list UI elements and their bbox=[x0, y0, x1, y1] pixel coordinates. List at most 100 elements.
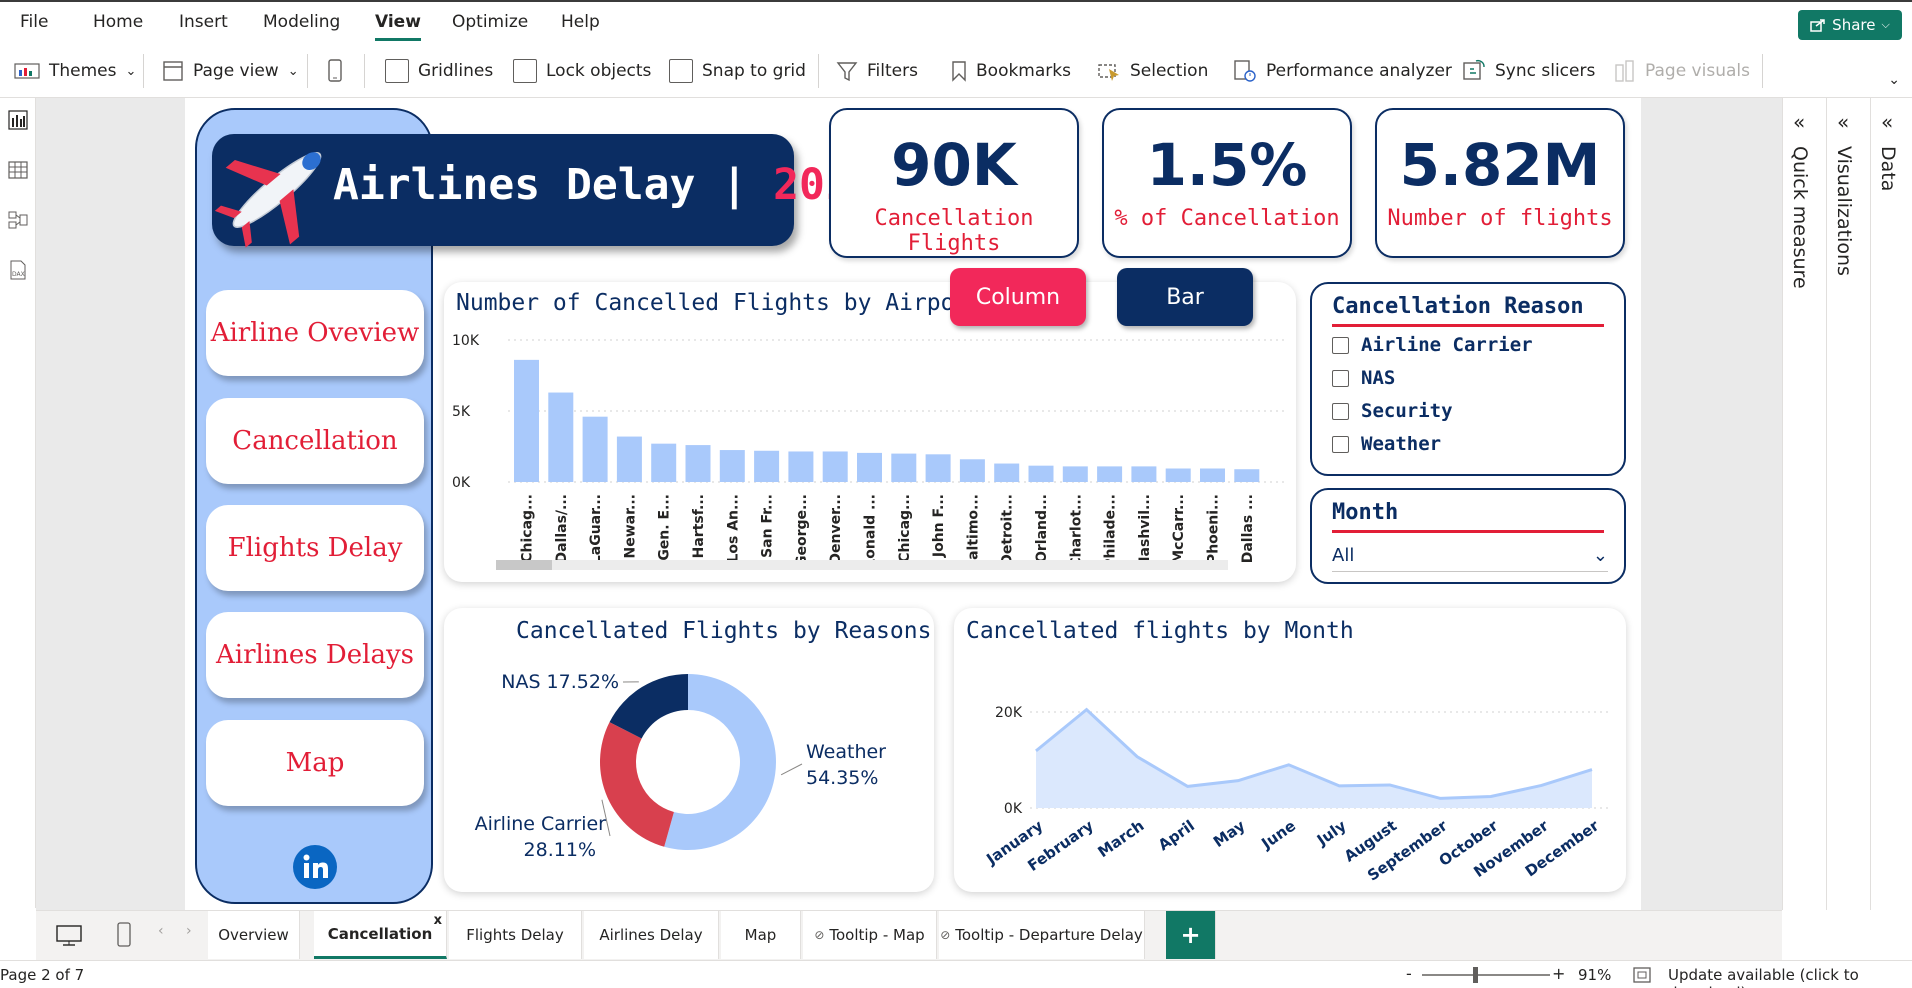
checkbox[interactable] bbox=[1332, 336, 1349, 354]
tab-airlines-delay[interactable]: Airlines Delay bbox=[584, 911, 719, 959]
selection-button[interactable]: Selection bbox=[1097, 58, 1208, 84]
dax-query-view-icon[interactable]: DAX bbox=[8, 260, 28, 280]
mobile-layout-button[interactable] bbox=[327, 58, 343, 84]
tab-tooltip-map[interactable]: ⊘ Tooltip - Map bbox=[803, 911, 937, 959]
gridlines-toggle[interactable]: Gridlines bbox=[385, 58, 493, 84]
chevron-left-icon[interactable]: « bbox=[1881, 110, 1893, 134]
month-dropdown[interactable]: All ⌄ bbox=[1332, 540, 1608, 572]
slicer-option-label: Security bbox=[1361, 400, 1453, 422]
bar bbox=[1131, 466, 1157, 482]
themes-button[interactable]: Themes ⌄ bbox=[14, 58, 136, 84]
checkbox[interactable] bbox=[1332, 369, 1349, 387]
zoom-in-button[interactable]: + bbox=[1552, 964, 1565, 983]
zoom-slider-thumb[interactable] bbox=[1473, 967, 1478, 983]
tab-flights-delay[interactable]: Flights Delay bbox=[449, 911, 582, 959]
lock-objects-checkbox[interactable] bbox=[513, 59, 537, 83]
menu-help[interactable]: Help bbox=[561, 12, 600, 32]
slicer-option-label: Weather bbox=[1361, 433, 1442, 455]
kpi-value: 5.82M bbox=[1399, 131, 1601, 199]
chart-title: Cancellated flights by Month bbox=[966, 618, 1354, 644]
selection-icon bbox=[1098, 64, 1119, 81]
kpi-number-of-flights: 5.82M Number of flights bbox=[1375, 108, 1625, 258]
tab-overview[interactable]: Overview bbox=[208, 911, 300, 959]
performance-analyzer-button[interactable]: Performance analyzer bbox=[1233, 58, 1452, 84]
x-tick-label: Newar... bbox=[622, 494, 638, 558]
slicer-title: Cancellation Reason bbox=[1332, 294, 1584, 319]
lock-objects-toggle[interactable]: Lock objects bbox=[513, 58, 651, 84]
x-tick-label: Phoeni... bbox=[1206, 494, 1222, 564]
chevron-left-icon[interactable]: « bbox=[1837, 110, 1849, 134]
slicer-option-nas[interactable]: NAS bbox=[1332, 367, 1395, 389]
slicer-option-airline-carrier[interactable]: Airline Carrier bbox=[1332, 334, 1533, 356]
themes-icon bbox=[14, 63, 40, 79]
sync-slicers-icon bbox=[1463, 59, 1485, 80]
month-dropdown-value: All bbox=[1332, 545, 1355, 566]
zoom-out-button[interactable]: - bbox=[1406, 964, 1412, 983]
bar bbox=[1062, 466, 1088, 482]
add-page-button[interactable]: + bbox=[1166, 911, 1216, 959]
bar-toggle-button[interactable]: Bar bbox=[1117, 268, 1253, 326]
data-pane[interactable]: « Data bbox=[1870, 98, 1912, 910]
view-ribbon: Themes ⌄ Page view ⌄ Gridlines Lock obje… bbox=[0, 44, 1912, 98]
menu-insert[interactable]: Insert bbox=[179, 12, 228, 32]
checkbox[interactable] bbox=[1332, 402, 1349, 420]
x-tick-label: Los An... bbox=[725, 494, 741, 563]
airplane-icon bbox=[214, 152, 322, 248]
slicer-title: Month bbox=[1332, 500, 1399, 525]
nav-flights-delay-button[interactable]: Flights Delay bbox=[206, 505, 424, 591]
nav-map-button[interactable]: Map bbox=[206, 720, 424, 806]
chevron-right-icon[interactable]: › bbox=[186, 923, 192, 939]
bookmarks-button[interactable]: Bookmarks bbox=[951, 58, 1071, 84]
data-label-value: 54.35% bbox=[806, 767, 878, 789]
tab-tooltip-departure-delay[interactable]: ⊘ Tooltip - Departure Delay bbox=[939, 911, 1145, 959]
bar bbox=[994, 463, 1020, 482]
checkbox[interactable] bbox=[1332, 435, 1349, 453]
close-icon[interactable]: x bbox=[434, 913, 442, 928]
snap-to-grid-toggle[interactable]: Snap to grid bbox=[669, 58, 806, 84]
y-tick-label: 0K bbox=[452, 475, 471, 491]
page-view-button[interactable]: Page view ⌄ bbox=[162, 58, 299, 84]
visualizations-pane[interactable]: « Visualizations bbox=[1826, 98, 1864, 910]
model-view-icon[interactable] bbox=[8, 210, 28, 230]
menu-home[interactable]: Home bbox=[93, 12, 143, 32]
scrollbar-thumb bbox=[496, 560, 552, 570]
table-view-icon[interactable] bbox=[8, 160, 28, 180]
slicer-option-security[interactable]: Security bbox=[1332, 400, 1453, 422]
bar bbox=[1165, 468, 1191, 482]
filters-button[interactable]: Filters bbox=[836, 58, 918, 84]
kpi-value: 1.5% bbox=[1146, 131, 1308, 199]
zoom-slider-track[interactable] bbox=[1422, 974, 1550, 976]
slicer-option-weather[interactable]: Weather bbox=[1332, 433, 1441, 455]
ribbon-divider bbox=[1762, 54, 1763, 88]
gridlines-checkbox[interactable] bbox=[385, 59, 409, 83]
report-view-icon[interactable] bbox=[8, 110, 28, 130]
chevron-left-icon[interactable]: ‹ bbox=[158, 923, 164, 939]
nav-cancellation-button[interactable]: Cancellation bbox=[206, 398, 424, 484]
bar bbox=[788, 451, 814, 482]
chevron-left-icon[interactable]: « bbox=[1793, 110, 1805, 134]
snap-to-grid-label: Snap to grid bbox=[702, 61, 806, 81]
mobile-layout-icon[interactable] bbox=[116, 922, 132, 948]
pane-label: Quick measure bbox=[1789, 146, 1811, 289]
fit-to-page-icon[interactable] bbox=[1632, 966, 1652, 984]
menu-modeling[interactable]: Modeling bbox=[263, 12, 340, 32]
nav-airline-overview-button[interactable]: Airline Oveview bbox=[206, 290, 424, 376]
pane-label: Data bbox=[1877, 146, 1899, 192]
column-toggle-button[interactable]: Column bbox=[950, 268, 1086, 326]
share-button[interactable]: Share ⌵ bbox=[1798, 10, 1902, 40]
tab-map[interactable]: Map bbox=[721, 911, 801, 959]
filter-icon bbox=[836, 62, 858, 82]
tab-cancellation[interactable]: Cancellation x bbox=[314, 911, 447, 959]
update-available-link[interactable]: Update available (click to download) bbox=[1668, 966, 1912, 988]
data-label-value: 28.11% bbox=[524, 839, 596, 861]
ribbon-collapse-icon[interactable]: ⌄ bbox=[1888, 72, 1900, 88]
desktop-layout-icon[interactable] bbox=[56, 924, 82, 948]
nav-airlines-delays-button[interactable]: Airlines Delays bbox=[206, 612, 424, 698]
menu-optimize[interactable]: Optimize bbox=[452, 12, 528, 32]
menu-file[interactable]: File bbox=[20, 12, 48, 32]
snap-to-grid-checkbox[interactable] bbox=[669, 59, 693, 83]
menu-view[interactable]: View bbox=[375, 12, 421, 41]
linkedin-icon[interactable] bbox=[292, 844, 338, 890]
sync-slicers-button[interactable]: Sync slicers bbox=[1462, 58, 1595, 84]
quick-measure-pane[interactable]: « Quick measure bbox=[1782, 98, 1820, 910]
